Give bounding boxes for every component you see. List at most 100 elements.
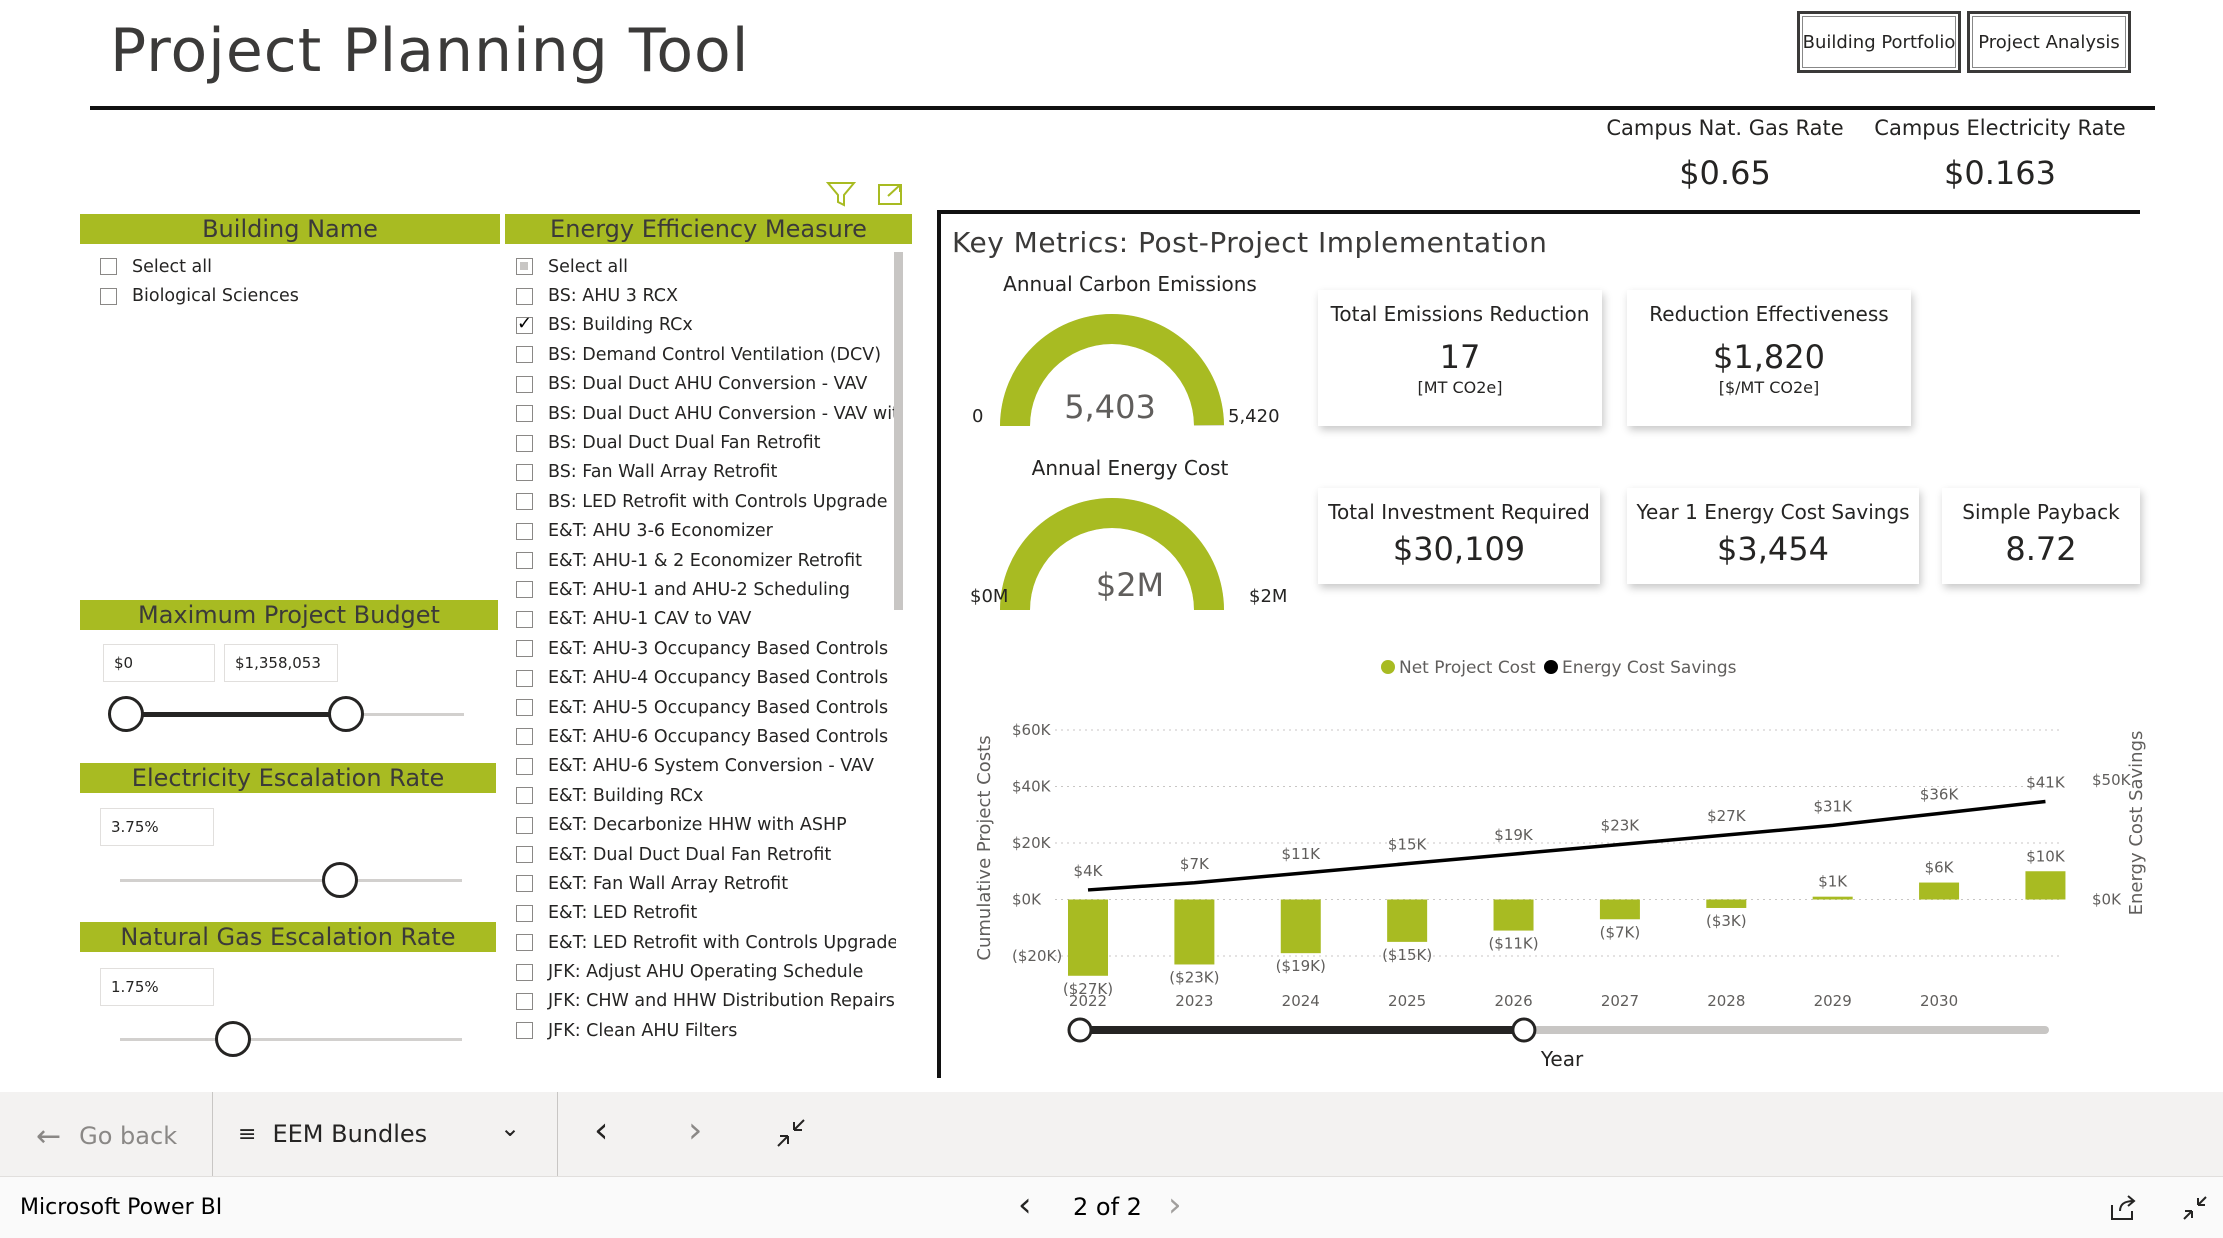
share-icon[interactable]: [2108, 1193, 2138, 1223]
eem-item[interactable]: E&T: Dual Duct Dual Fan Retrofit: [516, 840, 896, 869]
bookmark-dropdown[interactable]: ≡ EEM Bundles ⌄: [238, 1114, 538, 1154]
checkbox[interactable]: [516, 346, 533, 364]
eem-item[interactable]: BS: LED Retrofit with Controls Upgrade: [516, 487, 896, 516]
checkbox[interactable]: [100, 258, 117, 276]
eem-item[interactable]: JFK: Clean AHU Filters: [516, 1016, 896, 1045]
building-portfolio-button[interactable]: Building Portfolio: [1797, 11, 1961, 73]
checkbox[interactable]: [516, 875, 533, 893]
focus-mode-icon[interactable]: [876, 180, 906, 208]
electricity-escalation-input[interactable]: 3.75%: [100, 808, 214, 846]
eem-item[interactable]: BS: Dual Duct AHU Conversion - VAV: [516, 370, 896, 399]
eem-item[interactable]: E&T: Fan Wall Array Retrofit: [516, 869, 896, 898]
eem-item[interactable]: BS: Dual Duct AHU Conversion - VAV with …: [516, 399, 896, 428]
building-item[interactable]: Biological Sciences: [100, 281, 490, 310]
exit-fullscreen-icon[interactable]: [2180, 1193, 2210, 1223]
eem-item[interactable]: E&T: AHU-4 Occupancy Based Controls: [516, 663, 896, 692]
eem-item[interactable]: BS: Dual Duct Dual Fan Retrofit: [516, 428, 896, 457]
bar[interactable]: [1280, 899, 1321, 954]
checkbox[interactable]: [516, 640, 533, 658]
checkbox[interactable]: [516, 728, 533, 746]
eem-item[interactable]: E&T: AHU 3-6 Economizer: [516, 517, 896, 546]
eem-item[interactable]: JFK: Adjust AHU Operating Schedule: [516, 957, 896, 986]
bar[interactable]: [1919, 882, 1960, 900]
electricity-escalation-slider[interactable]: [120, 860, 462, 900]
checkbox[interactable]: [516, 405, 533, 423]
project-analysis-button[interactable]: Project Analysis: [1967, 11, 2131, 73]
checkbox[interactable]: [516, 552, 533, 570]
bar[interactable]: [1706, 899, 1747, 908]
checkbox[interactable]: [516, 313, 533, 334]
bar[interactable]: [1068, 899, 1108, 976]
budget-min-thumb[interactable]: [108, 696, 144, 732]
eem-item[interactable]: E&T: AHU-6 Occupancy Based Controls: [516, 722, 896, 751]
eem-select-all[interactable]: Select all: [516, 252, 896, 281]
next-page-icon[interactable]: ›: [1168, 1185, 1182, 1225]
bar[interactable]: [1174, 899, 1215, 965]
eem-item[interactable]: E&T: LED Retrofit with Controls Upgrade: [516, 928, 896, 957]
checkbox[interactable]: [516, 493, 533, 511]
savings-line[interactable]: [1087, 799, 2046, 892]
checkbox[interactable]: [516, 610, 533, 628]
go-back-button[interactable]: ← Go back: [36, 1116, 186, 1156]
bar[interactable]: [1387, 899, 1428, 942]
eem-item[interactable]: E&T: LED Retrofit: [516, 899, 896, 928]
legend-label[interactable]: Energy Cost Savings: [1562, 658, 1737, 678]
checkbox[interactable]: [516, 904, 533, 922]
bar[interactable]: [1812, 896, 1853, 900]
checkbox[interactable]: [516, 258, 533, 276]
checkbox[interactable]: [516, 963, 533, 981]
eem-scrollbar[interactable]: [894, 252, 903, 610]
checkbox[interactable]: [516, 699, 533, 717]
exit-fullscreen-icon[interactable]: [774, 1116, 808, 1150]
eem-item[interactable]: BS: Demand Control Ventilation (DCV): [516, 340, 896, 369]
filter-icon[interactable]: [825, 180, 857, 208]
gas-escalation-thumb[interactable]: [214, 1021, 251, 1057]
checkbox[interactable]: [516, 463, 533, 481]
eem-item[interactable]: E&T: Decarbonize HHW with ASHP: [516, 810, 896, 839]
legend-marker[interactable]: [1544, 660, 1558, 674]
legend-label[interactable]: Net Project Cost: [1399, 658, 1536, 678]
eem-item[interactable]: BS: AHU 3 RCX: [516, 281, 896, 310]
eem-item[interactable]: E&T: AHU-6 System Conversion - VAV: [516, 752, 896, 781]
gas-escalation-slider[interactable]: [120, 1019, 462, 1059]
checkbox[interactable]: [516, 1022, 533, 1040]
checkbox[interactable]: [516, 287, 533, 305]
checkbox[interactable]: [516, 669, 533, 687]
budget-max-input[interactable]: $1,358,053: [224, 644, 338, 682]
bar[interactable]: [1599, 899, 1640, 920]
checkbox[interactable]: [516, 846, 533, 863]
checkbox[interactable]: [516, 934, 533, 952]
checkbox[interactable]: [516, 522, 533, 540]
eem-item[interactable]: BS: Fan Wall Array Retrofit: [516, 458, 896, 487]
next-bookmark-icon[interactable]: ›: [688, 1110, 702, 1151]
checkbox[interactable]: [516, 992, 533, 1010]
year-slider-end-thumb[interactable]: [1511, 1017, 1537, 1043]
checkbox[interactable]: [516, 581, 533, 599]
checkbox[interactable]: [516, 434, 533, 452]
previous-bookmark-icon[interactable]: ‹: [594, 1110, 608, 1151]
eem-item[interactable]: E&T: AHU-5 Occupancy Based Controls: [516, 693, 896, 722]
year-slider-start-thumb[interactable]: [1067, 1017, 1093, 1043]
bar[interactable]: [2025, 871, 2066, 900]
bar[interactable]: [1493, 899, 1534, 931]
building-select-all[interactable]: Select all: [100, 252, 490, 281]
checkbox[interactable]: [100, 287, 117, 305]
gas-escalation-input[interactable]: 1.75%: [100, 968, 214, 1006]
previous-page-icon[interactable]: ‹: [1018, 1185, 1032, 1225]
checkbox[interactable]: [516, 816, 533, 834]
budget-max-thumb[interactable]: [328, 696, 364, 732]
checkbox[interactable]: [516, 787, 533, 805]
checkbox[interactable]: [516, 757, 533, 775]
eem-item[interactable]: E&T: AHU-3 Occupancy Based Controls: [516, 634, 896, 663]
eem-item[interactable]: E&T: Building RCx: [516, 781, 896, 810]
eem-item[interactable]: E&T: AHU-1 & 2 Economizer Retrofit: [516, 546, 896, 575]
electricity-escalation-thumb[interactable]: [321, 862, 358, 898]
eem-item[interactable]: JFK: CHW and HHW Distribution Repairs: [516, 987, 896, 1016]
eem-item[interactable]: E&T: AHU-1 and AHU-2 Scheduling: [516, 575, 896, 604]
eem-item[interactable]: E&T: AHU-1 CAV to VAV: [516, 605, 896, 634]
checkbox[interactable]: [516, 375, 533, 393]
eem-item[interactable]: BS: Building RCx: [516, 311, 896, 340]
legend-marker[interactable]: [1381, 660, 1395, 674]
budget-slider[interactable]: [108, 694, 464, 734]
budget-min-input[interactable]: $0: [103, 644, 215, 682]
